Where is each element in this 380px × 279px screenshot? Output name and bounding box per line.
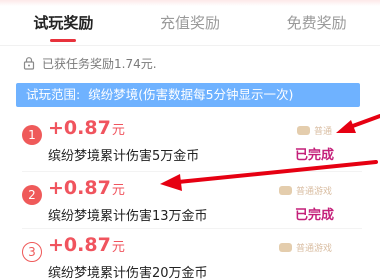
reward-total: 已获任务奖励1.74元. [22,55,157,71]
reward-unit: 元 [111,183,125,198]
scope-label: 试玩范围: [26,87,81,102]
lock-icon [22,56,36,70]
task-description: 缤纷梦境累计伤害5万金币 [48,149,200,164]
tab-free-rewards[interactable]: 免费奖励 [253,8,380,45]
task-row[interactable]: 1 +0.87元 缤纷梦境累计伤害5万金币 普通 已完成 [0,113,380,173]
game-type-badge: 普通 [296,123,332,137]
game-type-badge: 普通游戏 [278,240,332,254]
task-status: 已完成 [294,148,334,163]
task-reward: +0.87元 [48,177,125,199]
task-row[interactable]: 3 +0.87元 缤纷梦境累计伤害20万金币 普通游戏 [0,230,380,279]
tab-bar: 试玩奖励 充值奖励 免费奖励 [0,8,380,46]
tab-trial-rewards[interactable]: 试玩奖励 [0,8,127,45]
task-reward: +0.87元 [48,117,125,139]
rewards-panel: 试玩奖励 充值奖励 免费奖励 已获任务奖励1.74元. 试玩范围: 缤纷梦境(伤害… [0,0,380,279]
reward-unit: 元 [111,123,125,138]
gamepad-icon [296,125,310,135]
row-divider [22,171,362,172]
task-index-badge: 3 [22,242,42,262]
task-reward: +0.87元 [48,234,125,256]
task-description: 缤纷梦境累计伤害20万金币 [48,266,208,279]
badge-label: 普通游戏 [295,186,332,197]
reward-total-text: 已获任务奖励1.74元. [42,56,157,71]
row-divider [22,228,362,229]
game-type-badge: 普通游戏 [278,183,332,197]
tab-label: 免费奖励 [286,14,347,32]
task-index-badge: 1 [22,125,42,145]
reward-amount: +0.87 [48,234,111,256]
trial-scope-banner: 试玩范围: 缤纷梦境(伤害数据每5分钟显示一次) [16,83,360,107]
reward-amount: +0.87 [48,117,111,139]
gamepad-icon [278,242,292,252]
badge-label: 普通 [313,126,332,137]
reward-unit: 元 [111,240,125,255]
task-row[interactable]: 2 +0.87元 缤纷梦境累计伤害13万金币 普通游戏 已完成 [0,173,380,233]
task-status: 已完成 [294,208,334,223]
top-edge [0,0,380,6]
reward-amount: +0.87 [48,177,111,199]
badge-label: 普通游戏 [295,243,332,254]
tab-label: 充值奖励 [160,14,221,32]
task-description: 缤纷梦境累计伤害13万金币 [48,209,208,224]
task-index-badge: 2 [22,185,42,205]
tab-label: 试玩奖励 [33,14,94,32]
active-tab-underline [50,39,77,42]
scope-game: 缤纷梦境(伤害数据每5分钟显示一次) [88,87,294,102]
tab-recharge-rewards[interactable]: 充值奖励 [127,8,254,45]
gamepad-icon [278,185,292,195]
